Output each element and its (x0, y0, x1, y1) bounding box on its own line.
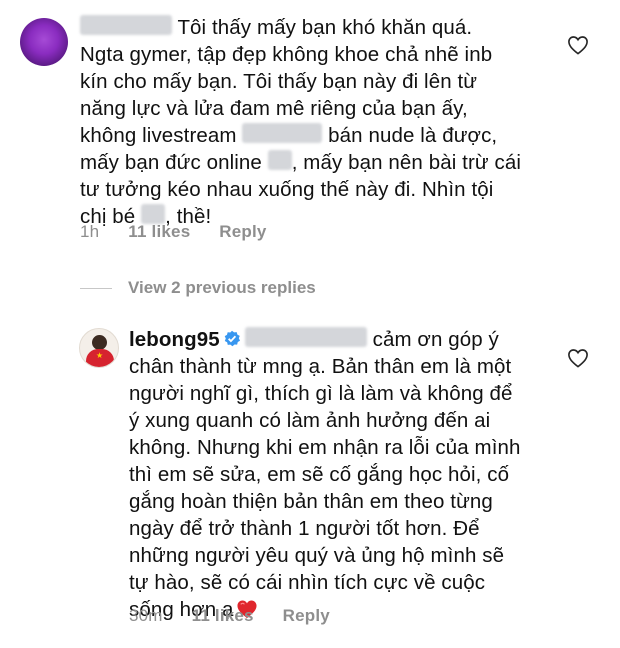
blurred-mention[interactable] (244, 327, 367, 347)
reply-button[interactable]: Reply (283, 606, 330, 625)
heart-outline-icon[interactable] (567, 35, 589, 55)
view-replies-label[interactable]: View 2 previous replies (128, 278, 316, 298)
likes-count[interactable]: 11 likes (192, 606, 254, 625)
username-link[interactable]: lebong95 (129, 328, 220, 351)
divider-line (80, 287, 112, 289)
blurred-mention[interactable] (242, 123, 323, 143)
likes-count[interactable]: 11 likes (128, 222, 190, 241)
commenter-avatar[interactable] (20, 18, 68, 66)
user-avatar[interactable]: ★ (79, 328, 119, 368)
blurred-username[interactable] (80, 15, 172, 35)
comment-2-meta: 30m 11 likes Reply (129, 606, 354, 626)
heart-outline-icon[interactable] (567, 348, 589, 368)
comment-1-meta: 1h 11 likes Reply (80, 222, 291, 242)
comment-time: 1h (80, 222, 100, 241)
verified-badge-icon (224, 330, 240, 347)
view-previous-replies[interactable]: View 2 previous replies (80, 276, 316, 300)
comment-2-text: lebong95 cảm ơn góp ý chân thành từ mng … (129, 327, 521, 621)
comment-time: 30m (129, 606, 163, 625)
blurred-emoji (267, 150, 292, 170)
comment-1-text: Tôi thấy mấy bạn khó khăn quá. Ngta gyme… (80, 15, 522, 228)
blurred-emoji (141, 204, 166, 224)
reply-button[interactable]: Reply (219, 222, 266, 241)
